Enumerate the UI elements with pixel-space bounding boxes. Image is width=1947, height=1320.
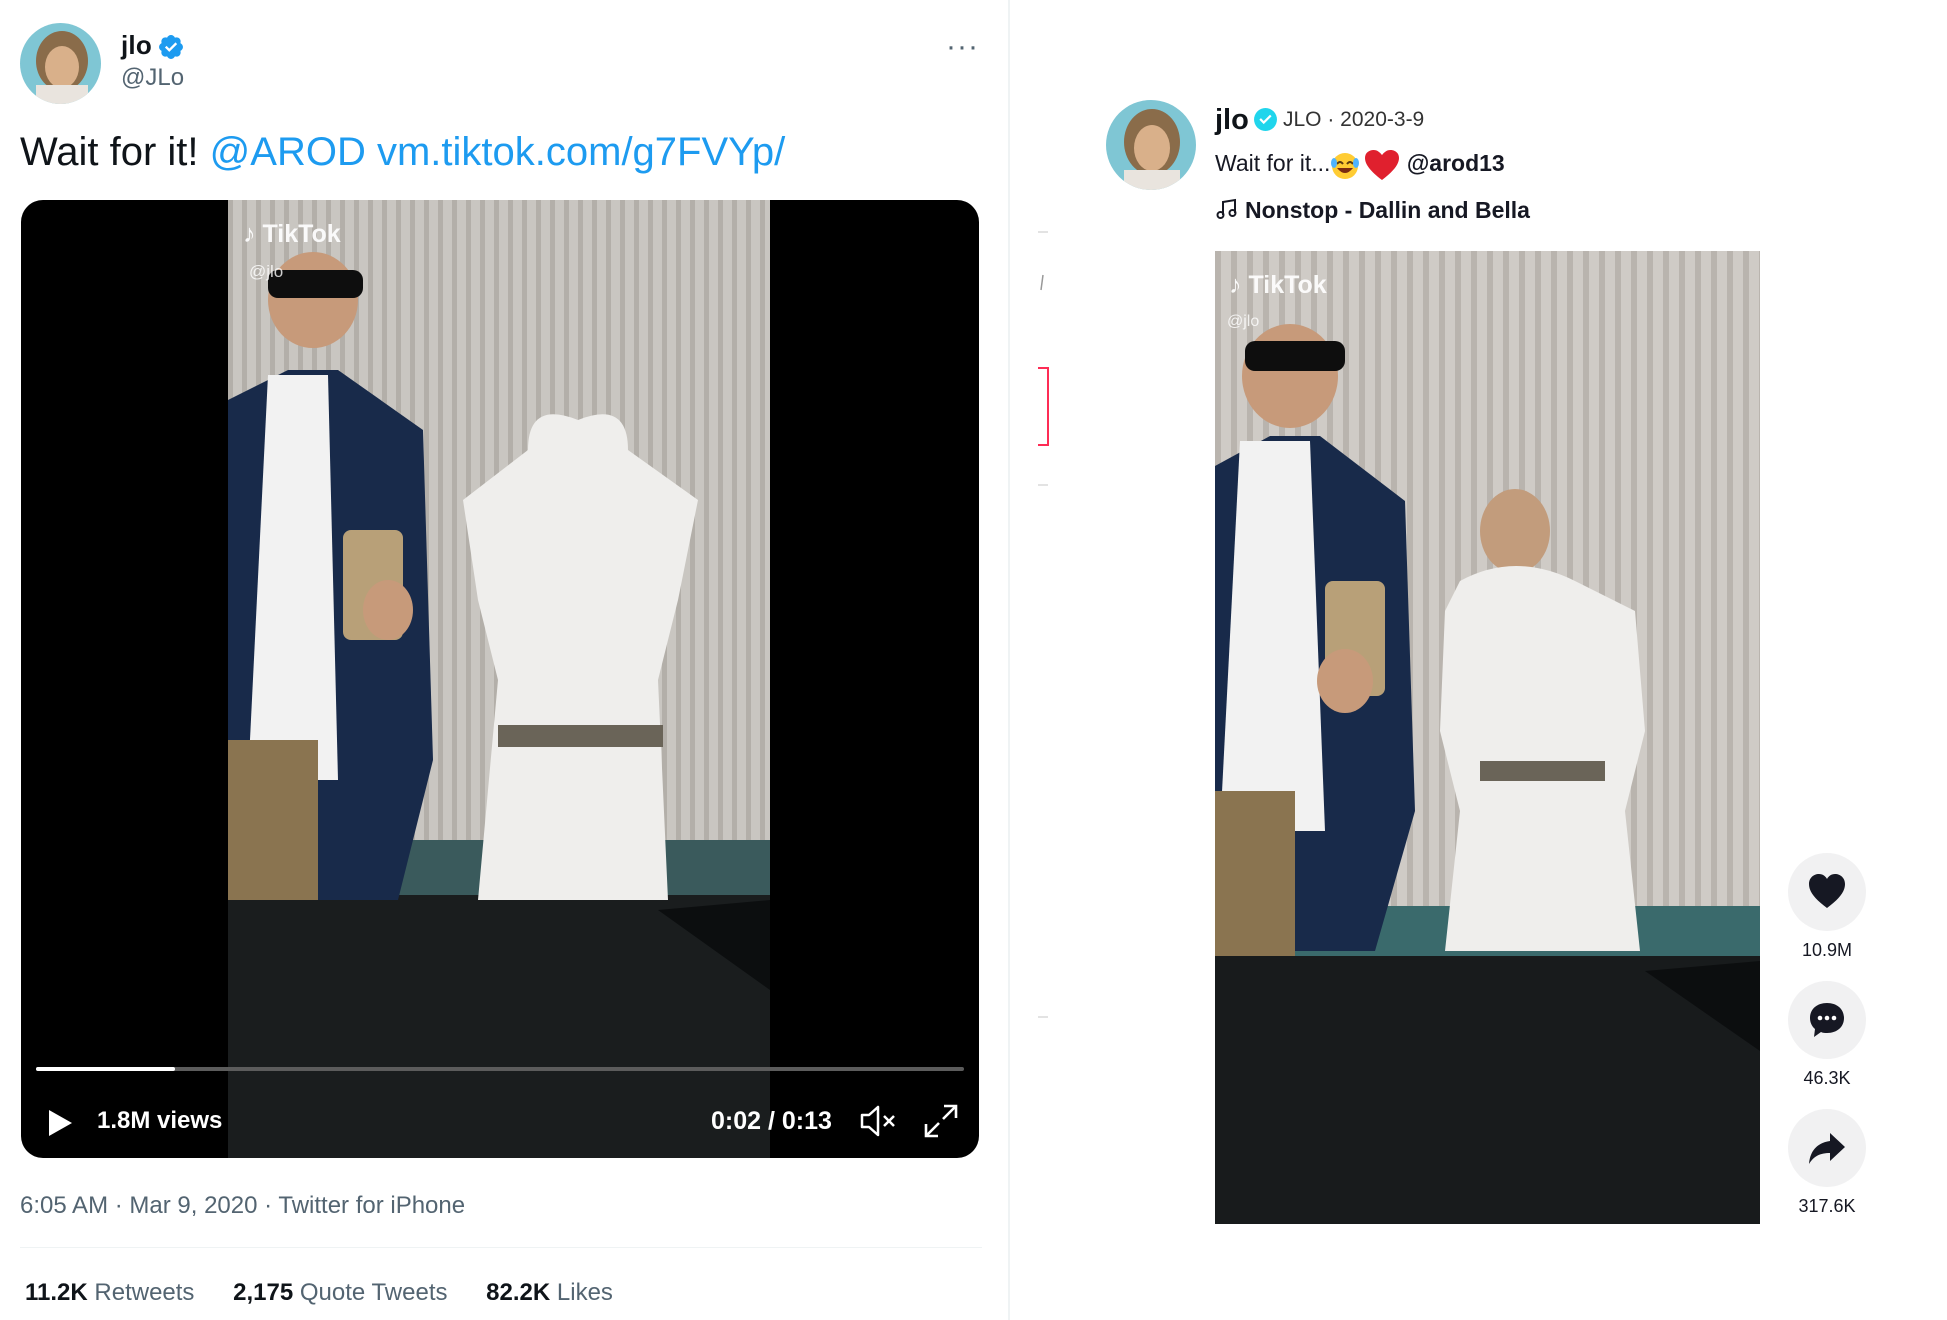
watermark-brand: TikTok	[262, 220, 341, 248]
tweet-timestamp[interactable]: 6:05 AM · Mar 9, 2020 · Twitter for iPho…	[20, 1192, 465, 1220]
progress-bar[interactable]	[36, 1067, 964, 1071]
tiktok-display-name[interactable]: jlo	[1215, 104, 1249, 137]
music-note-icon	[1216, 198, 1237, 219]
heart-icon	[1809, 874, 1845, 908]
tiktok-caption: Wait for it... @arod13	[1215, 149, 1505, 181]
music-title[interactable]: Nonstop - Dallin and Bella	[1245, 197, 1530, 223]
tiktok-watermark-user: @jlo	[1227, 313, 1260, 330]
tweet-panel: jlo @JLo ··· Wait for it! @AROD vm.tikto…	[0, 0, 1010, 1320]
tiktok-avatar[interactable]	[1106, 100, 1196, 190]
user-handle[interactable]: @JLo	[121, 64, 184, 92]
mention-link[interactable]: @AROD	[210, 130, 366, 174]
laughing-emoji-icon	[1331, 153, 1360, 179]
tiktok-url-link[interactable]: vm.tiktok.com/g7FVYp/	[377, 130, 785, 174]
more-options-icon[interactable]: ···	[946, 30, 979, 64]
fullscreen-icon[interactable]	[923, 1103, 959, 1139]
tiktok-video[interactable]: ♪ TikTok @jlo	[1215, 251, 1760, 1224]
watermark-user: @jlo	[249, 262, 284, 281]
red-heart-emoji-icon	[1365, 150, 1400, 180]
share-button[interactable]	[1788, 1109, 1866, 1187]
likes-stat[interactable]: 82.2K Likes	[486, 1279, 613, 1306]
share-count: 317.6K	[1798, 1196, 1856, 1216]
like-button[interactable]	[1788, 853, 1866, 931]
caption-text: Wait for it...	[1215, 150, 1331, 177]
like-count: 10.9M	[1801, 940, 1853, 960]
tiktok-watermark-brand: TikTok	[1248, 271, 1327, 299]
video-player[interactable]: ♪ TikTok @jlo 1.8M views 0:02 / 0:13	[21, 200, 979, 1158]
verified-badge-icon	[1254, 108, 1277, 131]
display-name[interactable]: jlo	[121, 30, 152, 61]
user-avatar[interactable]	[20, 23, 101, 104]
share-arrow-icon	[1809, 1133, 1845, 1164]
verified-badge-icon	[159, 35, 183, 59]
music-link[interactable]: Nonstop - Dallin and Bella	[1215, 197, 1530, 224]
comment-icon	[1810, 1003, 1844, 1037]
tweet-text-plain: Wait for it!	[20, 130, 199, 174]
play-icon[interactable]	[46, 1108, 74, 1138]
mute-icon[interactable]	[859, 1104, 899, 1138]
retweets-stat[interactable]: 11.2K Retweets	[25, 1279, 194, 1306]
background-edge	[1038, 231, 1049, 1018]
video-frame[interactable]	[228, 200, 770, 1158]
tiktok-nickname-date: JLO · 2020-3-9	[1283, 108, 1425, 131]
caption-mention[interactable]: @arod13	[1407, 150, 1505, 176]
progress-fill	[36, 1067, 176, 1071]
view-count: 1.8M views	[97, 1107, 223, 1134]
comment-button[interactable]	[1788, 981, 1866, 1059]
tiktok-logo-icon: ♪	[243, 220, 256, 248]
tweet-text: Wait for it! @AROD vm.tiktok.com/g7FVYp/	[20, 130, 785, 175]
tiktok-logo-icon: ♪	[1229, 271, 1242, 299]
engagement-stats: 11.2K Retweets 2,175 Quote Tweets 82.2K …	[25, 1279, 613, 1307]
video-time: 0:02 / 0:13	[711, 1107, 832, 1135]
divider	[20, 1247, 982, 1248]
quote-tweets-stat[interactable]: 2,175 Quote Tweets	[233, 1279, 447, 1306]
comment-count: 46.3K	[1803, 1068, 1851, 1088]
